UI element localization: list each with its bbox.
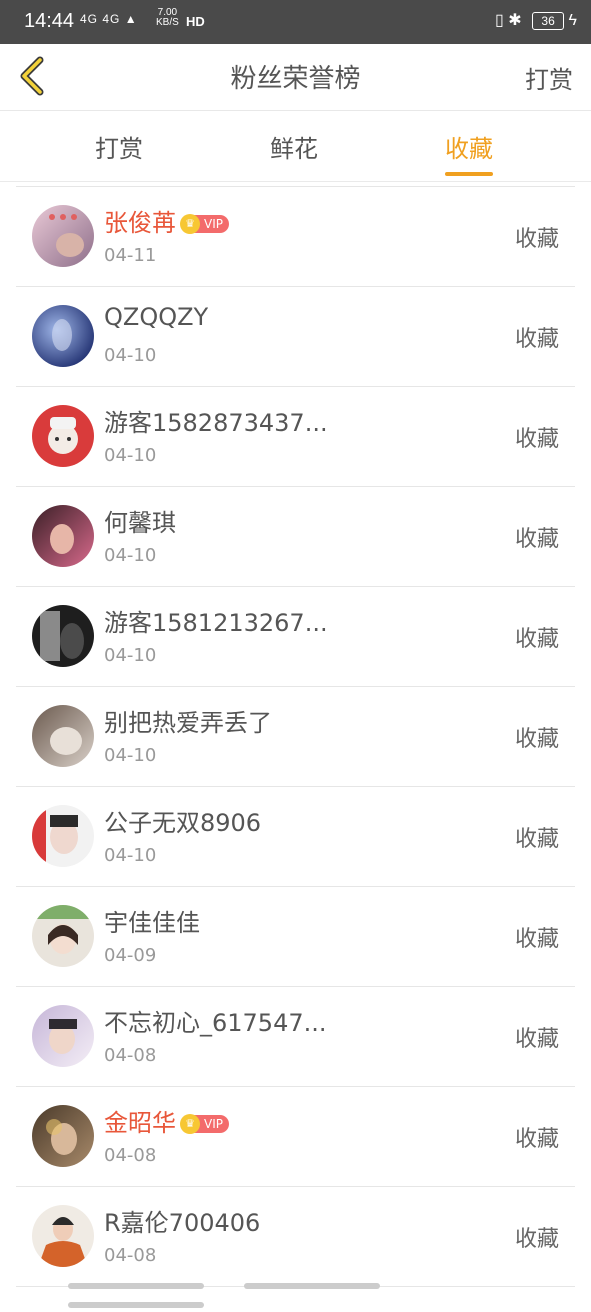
page-title: 粉丝荣誉榜 <box>230 64 361 94</box>
avatar[interactable] <box>32 205 94 267</box>
favorite-date: 04-10 <box>104 845 157 866</box>
list-item[interactable]: 张俊苒 ♛ VIP 04-11 收藏 <box>16 186 575 287</box>
favorite-date: 04-10 <box>104 645 157 666</box>
favorite-date: 04-09 <box>104 945 157 966</box>
user-name: 不忘初心_617547... <box>104 1009 327 1037</box>
vip-badge: ♛ VIP <box>180 214 229 234</box>
list-item[interactable]: 金昭华 ♛ VIP 04-08 收藏 <box>16 1087 575 1187</box>
favorite-date: 04-08 <box>104 1145 157 1166</box>
tab-bar: 打赏 鲜花 收藏 <box>0 111 591 182</box>
status-right-icons: ▯ ✱ 36 ϟ <box>495 10 577 30</box>
avatar[interactable] <box>32 405 94 467</box>
battery-icon: 36 <box>532 11 565 30</box>
favorite-label: 收藏 <box>514 727 559 752</box>
user-name: 何馨琪 <box>104 509 176 537</box>
favorite-date: 04-08 <box>104 1045 157 1066</box>
favorite-label: 收藏 <box>514 427 559 452</box>
favorite-date: 04-10 <box>104 745 157 766</box>
bottom-scroll-indicator <box>68 1274 524 1308</box>
list-item[interactable]: 别把热爱弄丢了 04-10 收藏 <box>16 687 575 787</box>
list-item[interactable]: QZQQZY 04-10 收藏 <box>16 287 575 387</box>
tab-reward[interactable]: 打赏 <box>95 129 143 164</box>
user-name: 游客1582873437... <box>104 409 328 437</box>
fan-list: 张俊苒 ♛ VIP 04-11 收藏 QZQQZY 04-10 收藏 游客15828… <box>0 186 591 1287</box>
avatar[interactable] <box>32 605 94 667</box>
list-item[interactable]: 游客1582873437... 04-10 收藏 <box>16 387 575 487</box>
vibrate-icon: ▯ <box>494 12 504 29</box>
user-name: 金昭华 ♛ VIP <box>104 1103 229 1138</box>
list-item[interactable]: 公子无双8906 04-10 收藏 <box>16 787 575 887</box>
avatar[interactable] <box>32 505 94 567</box>
favorite-label: 收藏 <box>514 527 559 552</box>
favorite-date: 04-08 <box>104 1245 157 1266</box>
charging-icon: ϟ <box>568 12 577 29</box>
list-item[interactable]: 何馨琪 04-10 收藏 <box>16 487 575 587</box>
user-name: 宇佳佳佳 <box>104 909 200 937</box>
user-name: 别把热爱弄丢了 <box>104 709 272 737</box>
list-item[interactable]: R嘉伦700406 04-08 收藏 <box>16 1187 575 1287</box>
crown-icon: ♛ <box>180 214 200 234</box>
favorite-label: 收藏 <box>514 327 559 352</box>
bluetooth-icon: ✱ <box>508 12 522 29</box>
crown-icon: ♛ <box>180 1114 200 1134</box>
favorite-label: 收藏 <box>514 1027 559 1052</box>
reward-button[interactable]: 打赏 <box>525 60 573 95</box>
avatar[interactable] <box>32 1005 94 1067</box>
user-name: 游客1581213267... <box>104 609 328 637</box>
user-name: 张俊苒 ♛ VIP <box>104 203 229 238</box>
favorite-date: 04-10 <box>104 445 157 466</box>
favorite-label: 收藏 <box>514 927 559 952</box>
favorite-date: 04-10 <box>104 345 157 366</box>
favorite-label: 收藏 <box>514 627 559 652</box>
user-name: R嘉伦700406 <box>104 1209 261 1237</box>
network-label: 4G 4G <box>80 12 121 26</box>
hd-icon: HD <box>186 14 205 29</box>
wifi-icon: ▲ <box>124 12 138 26</box>
status-time: 14:44 <box>24 10 75 32</box>
list-item[interactable]: 不忘初心_617547... 04-08 收藏 <box>16 987 575 1087</box>
list-item[interactable]: 宇佳佳佳 04-09 收藏 <box>16 887 575 987</box>
header-bar: 粉丝荣誉榜 打赏 <box>0 44 591 111</box>
network-speed: 7.00 KB/S <box>156 7 179 28</box>
status-bar: 14:44 4G 4G ▲ 7.00 KB/S HD ▯ ✱ 36 ϟ <box>0 0 591 44</box>
favorite-date: 04-10 <box>104 545 157 566</box>
active-tab-indicator <box>445 172 493 176</box>
list-item[interactable]: 游客1581213267... 04-10 收藏 <box>16 587 575 687</box>
avatar[interactable] <box>32 905 94 967</box>
avatar[interactable] <box>32 1105 94 1167</box>
signal-icon: 4G 4G ▲ <box>80 12 138 26</box>
avatar[interactable] <box>32 305 94 367</box>
avatar[interactable] <box>32 1205 94 1267</box>
user-name: QZQQZY <box>104 303 209 331</box>
avatar[interactable] <box>32 805 94 867</box>
tab-flowers[interactable]: 鲜花 <box>270 129 318 164</box>
favorite-date: 04-11 <box>104 245 157 266</box>
avatar[interactable] <box>32 705 94 767</box>
tab-favorites[interactable]: 收藏 <box>445 129 493 176</box>
favorite-label: 收藏 <box>514 1127 559 1152</box>
favorite-label: 收藏 <box>514 827 559 852</box>
user-name: 公子无双8906 <box>104 809 262 837</box>
favorite-label: 收藏 <box>514 1227 559 1252</box>
favorite-label: 收藏 <box>514 227 559 252</box>
vip-badge: ♛ VIP <box>180 1114 229 1134</box>
